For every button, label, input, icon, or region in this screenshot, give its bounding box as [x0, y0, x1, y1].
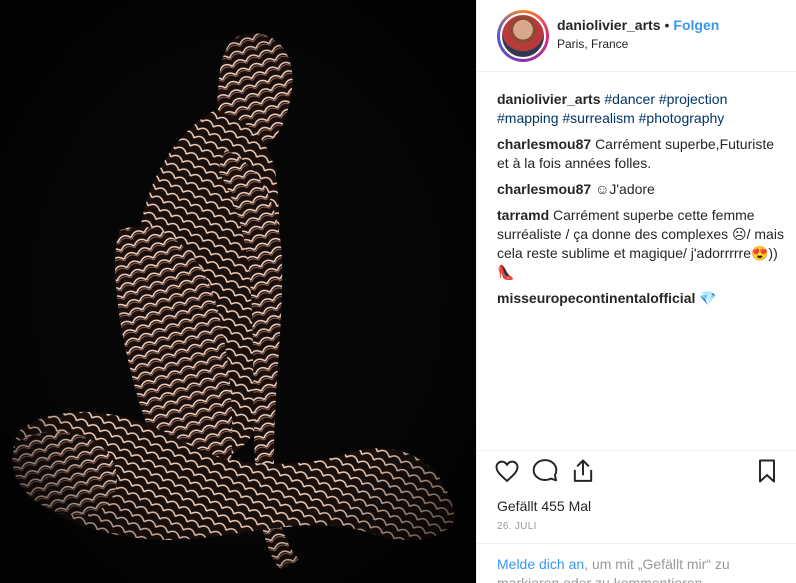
hashtag-link[interactable]: #dancer — [604, 91, 655, 107]
login-prompt: Melde dich an, um mit „Gefällt mir“ zu m… — [477, 543, 796, 583]
projection-dancer-image — [0, 0, 476, 583]
login-link[interactable]: Melde dich an — [497, 556, 584, 572]
comment-item: charlesmou87 Carrément superbe,Futuriste… — [497, 135, 787, 173]
hashtag-link[interactable]: #projection — [659, 91, 728, 107]
share-icon[interactable] — [569, 457, 597, 485]
comment-username[interactable]: charlesmou87 — [497, 136, 591, 152]
post-date[interactable]: 26. JULI — [497, 521, 537, 532]
post-header: daniolivier_arts • Folgen Paris, France — [477, 0, 796, 72]
story-ring[interactable] — [497, 9, 549, 62]
comment-username[interactable]: charlesmou87 — [497, 181, 591, 197]
comments-list: daniolivier_arts #dancer #projection #ma… — [497, 90, 787, 315]
post-photo[interactable] — [0, 0, 476, 583]
action-bar — [477, 450, 796, 490]
likes-count[interactable]: Gefällt 455 Mal — [497, 498, 591, 514]
follow-button[interactable]: Folgen — [673, 17, 719, 33]
separator-dot: • — [664, 16, 670, 33]
hashtag-link[interactable]: #photography — [639, 110, 725, 126]
caption-username[interactable]: daniolivier_arts — [497, 91, 601, 107]
hashtag-link[interactable]: #surrealism — [562, 110, 634, 126]
avatar[interactable] — [500, 12, 546, 59]
heart-icon[interactable] — [493, 457, 521, 485]
hashtag-link[interactable]: #mapping — [497, 110, 559, 126]
likes-text: Gefällt 455 Mal — [497, 498, 592, 514]
comment-username[interactable]: misseuropecontinentalofficial — [497, 290, 695, 306]
header-text: daniolivier_arts • Folgen Paris, France — [557, 17, 719, 51]
post-sidebar: daniolivier_arts • Folgen Paris, France … — [476, 0, 796, 583]
instagram-post: daniolivier_arts • Folgen Paris, France … — [0, 0, 796, 583]
comment-icon[interactable] — [531, 457, 559, 485]
comment-item: misseuropecontinentalofficial 💎 — [497, 289, 787, 308]
comment-text: 💎 — [699, 290, 717, 306]
location-link[interactable]: Paris, France — [557, 37, 719, 51]
caption: daniolivier_arts #dancer #projection #ma… — [497, 90, 787, 128]
header-top-row: daniolivier_arts • Folgen — [557, 17, 719, 33]
bookmark-icon[interactable] — [753, 457, 781, 485]
comment-item: tarramd Carrément superbe cette femme su… — [497, 206, 787, 282]
comment-username[interactable]: tarramd — [497, 207, 549, 223]
comment-item: charlesmou87 ☺J'adore — [497, 180, 787, 199]
comment-text: ☺J'adore — [595, 181, 655, 197]
header-username[interactable]: daniolivier_arts — [557, 17, 661, 33]
